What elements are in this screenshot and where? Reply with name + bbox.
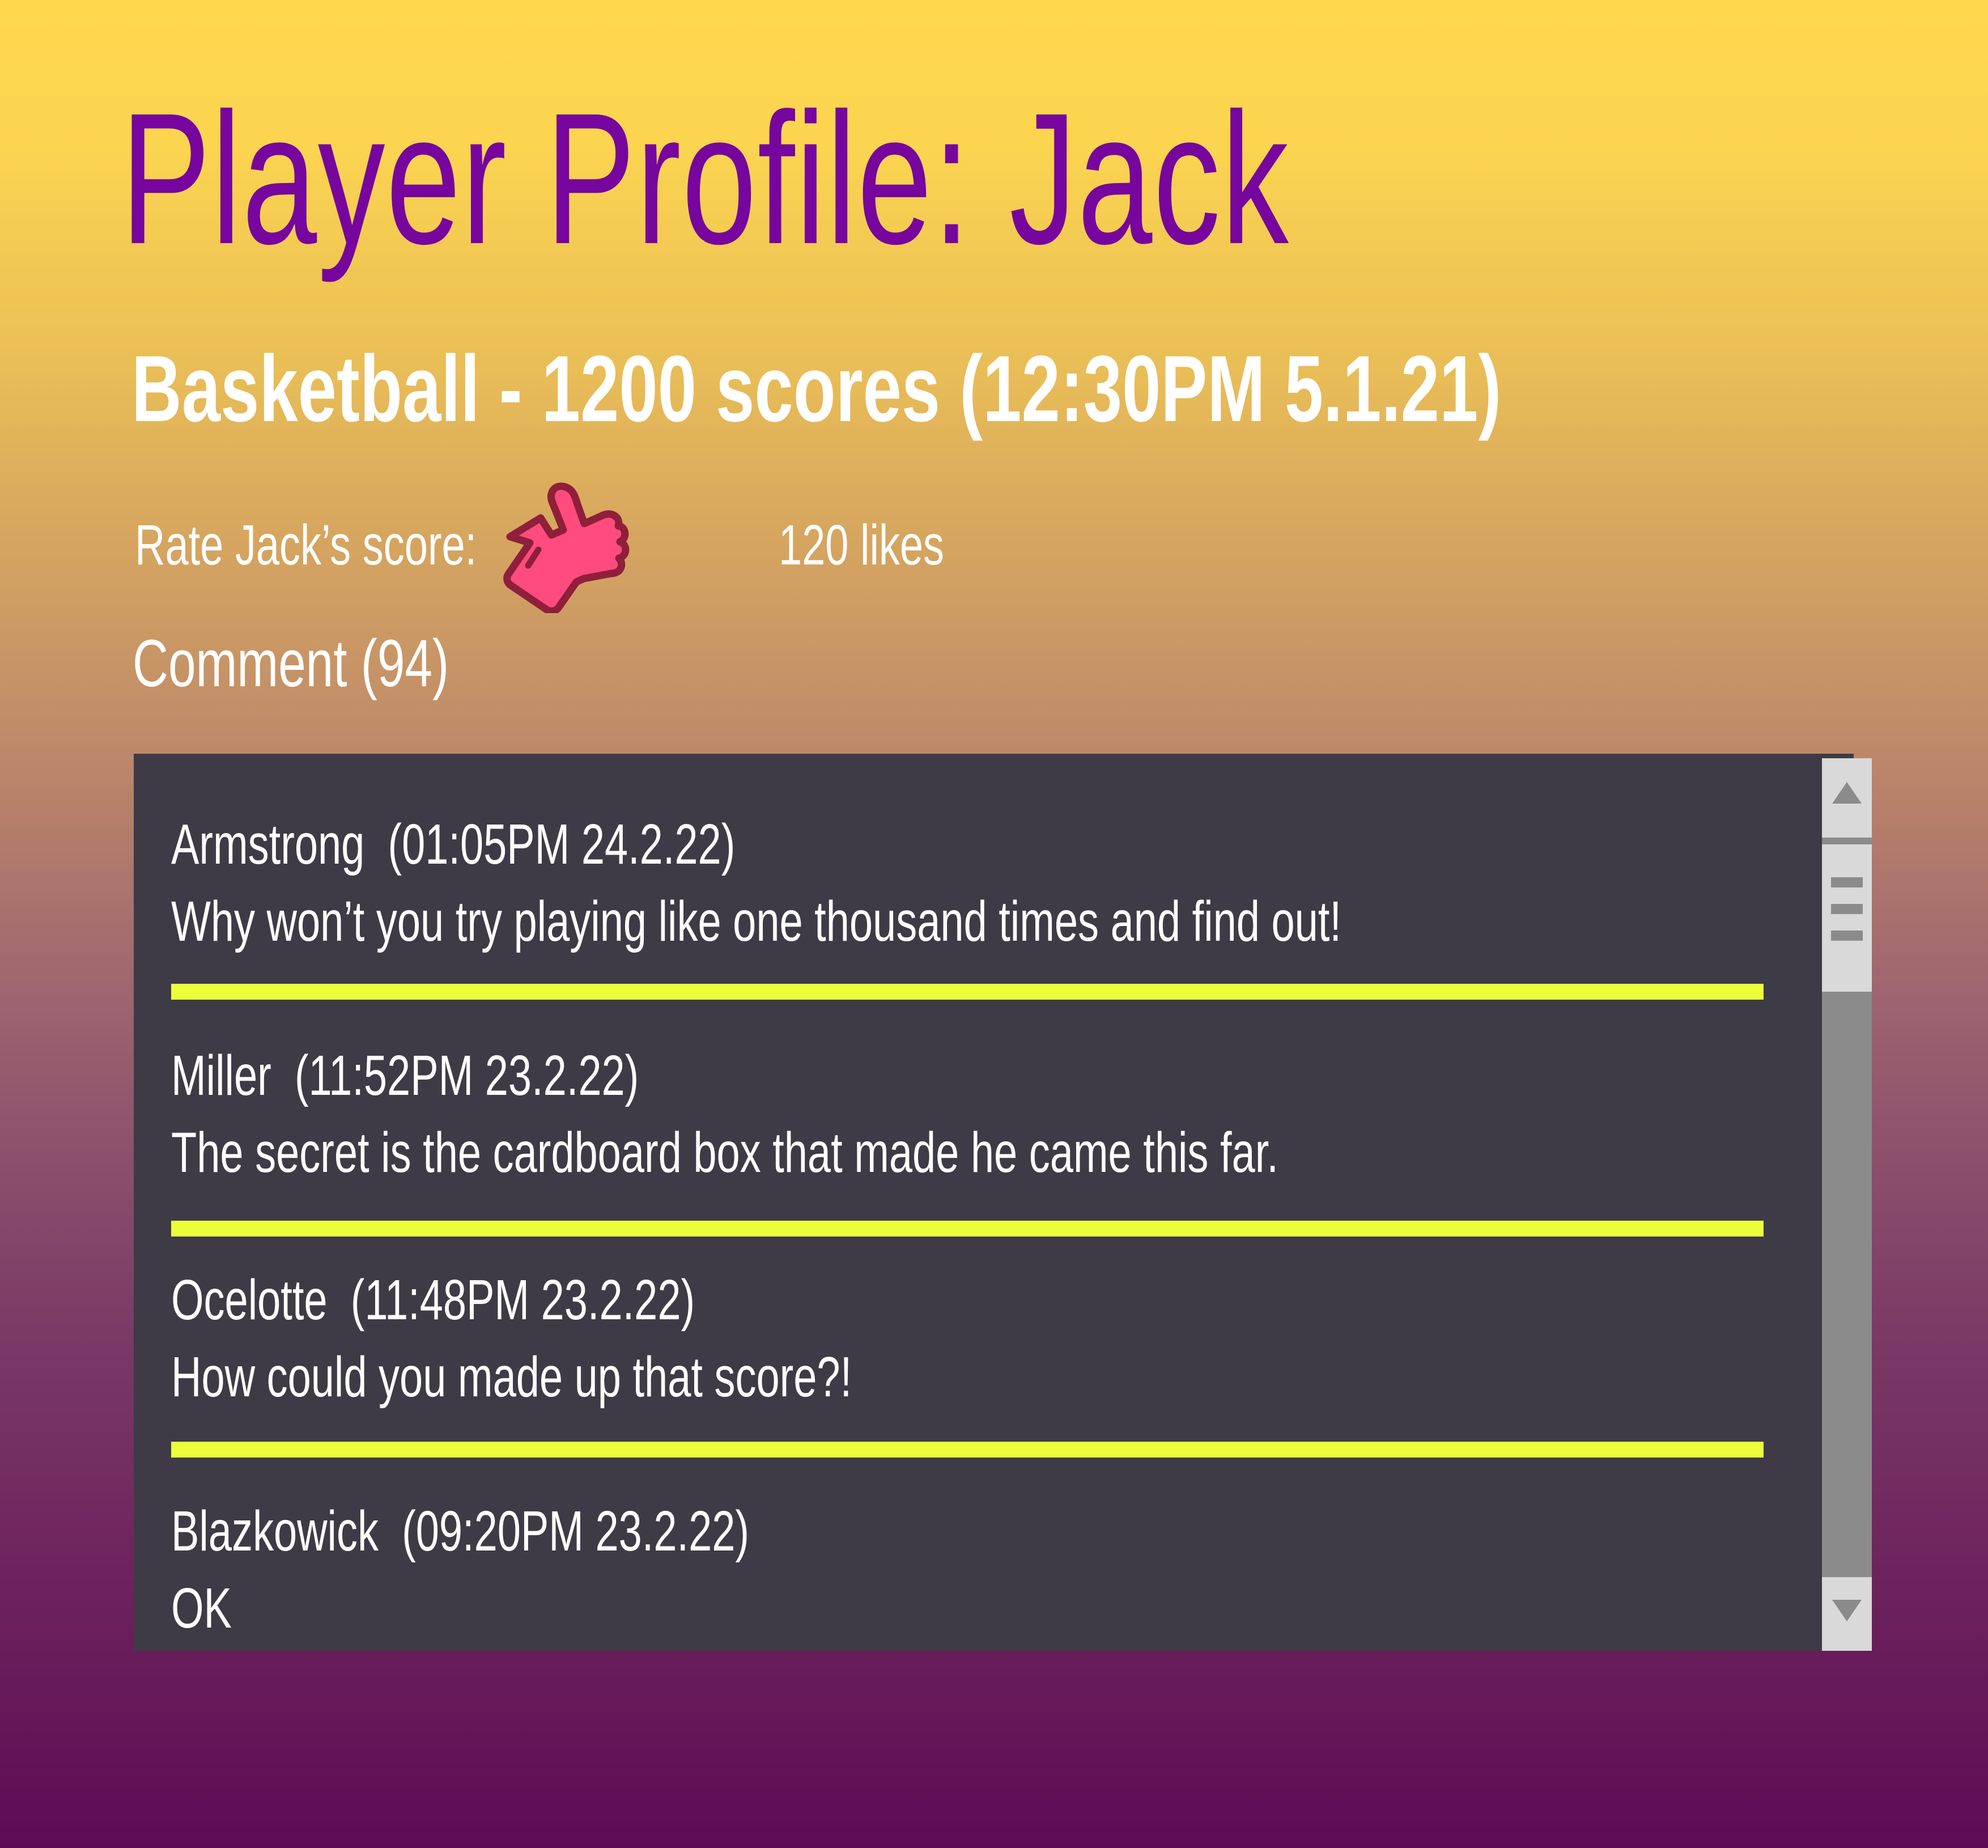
comment-author: Miller (11:52PM 23.2.22) <box>171 1044 639 1107</box>
comment-heading: Comment (94) <box>133 626 449 701</box>
comment-text: OK <box>171 1577 232 1640</box>
comment-text: The secret is the cardboard box that mad… <box>171 1121 1278 1184</box>
comment-divider <box>171 1442 1764 1458</box>
like-button[interactable]: 120 likes <box>490 477 944 613</box>
arrow-down-icon <box>1832 1600 1862 1621</box>
comment-text: Why won’t you try playing like one thous… <box>171 890 1341 953</box>
player-profile-page: { "profile": { "title": "Player Profile:… <box>0 0 1988 1848</box>
scroll-up-button[interactable] <box>1822 758 1872 838</box>
comment-author: Blazkowick (09:20PM 23.2.22) <box>171 1499 750 1563</box>
page-title: Player Profile: Jack <box>121 74 1290 283</box>
like-count: 120 likes <box>779 513 945 577</box>
comment-scrollbar[interactable] <box>1822 758 1872 1651</box>
comment-divider <box>171 984 1764 1000</box>
comment-divider <box>171 1221 1764 1237</box>
comment-text: How could you made up that score?! <box>171 1345 852 1409</box>
rate-label: Rate Jack’s score: <box>135 513 477 577</box>
comment-list[interactable]: Armstrong (01:05PM 24.2.22) Why won’t yo… <box>134 754 1854 1651</box>
score-summary: Basketball - 1200 scores (12:30PM 5.1.21… <box>131 337 1502 441</box>
comment-author: Ocelotte (11:48PM 23.2.22) <box>171 1268 695 1332</box>
scroll-thumb[interactable] <box>1822 844 1872 992</box>
grip-icon <box>1831 877 1863 941</box>
thumbs-up-icon <box>503 482 630 613</box>
arrow-up-icon <box>1832 782 1862 804</box>
comment-author: Armstrong (01:05PM 24.2.22) <box>171 813 736 876</box>
scroll-down-button[interactable] <box>1822 1577 1872 1651</box>
